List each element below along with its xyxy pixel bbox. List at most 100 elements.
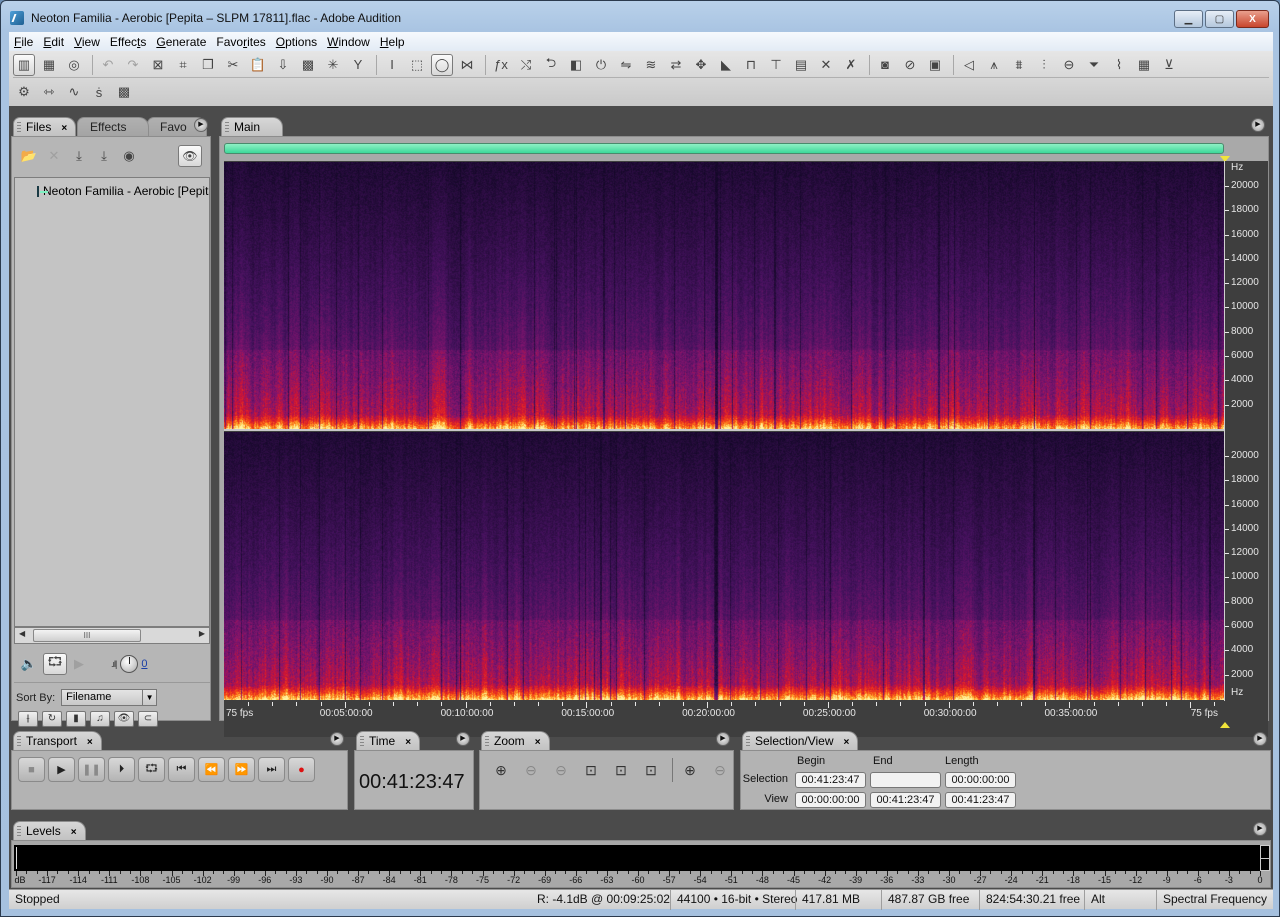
parametric-eq-icon[interactable]: ⩩ <box>1008 54 1030 76</box>
selection-end-field[interactable] <box>870 772 941 788</box>
panel-menu-button[interactable]: ▶ <box>1251 118 1265 132</box>
tab-files[interactable]: Files × <box>13 117 77 136</box>
panel-grip[interactable] <box>360 736 364 746</box>
waveform-display[interactable]: 20000 18000 16000 14000 12000 10000 8000 6000 40… <box>224 156 1268 737</box>
panel-grip[interactable] <box>225 122 229 132</box>
spectral-icon[interactable]: ▣ <box>924 54 946 76</box>
dynamics-icon[interactable]: ⇋ <box>615 54 637 76</box>
spectrogram-left-channel[interactable] <box>224 162 1224 430</box>
scientific-filter-icon[interactable]: ⌇ <box>1108 54 1130 76</box>
panel-menu-button[interactable]: ▶ <box>456 732 470 746</box>
undo-icon[interactable]: ↶ <box>97 54 119 76</box>
scroll-left-icon[interactable]: ◀ <box>19 629 25 638</box>
zoom-in-horizontal-icon[interactable]: ⊕ <box>488 759 514 781</box>
autoplay-speaker-icon[interactable]: 🔈 <box>18 653 40 675</box>
dynamic-eq-icon[interactable]: ⊻ <box>1158 54 1180 76</box>
noise-reduction-icon[interactable]: ≋ <box>640 54 662 76</box>
panel-menu-button[interactable]: ▶ <box>1253 732 1267 746</box>
panel-grip[interactable] <box>746 736 750 746</box>
filter-eye-icon[interactable]: 👁 <box>114 711 134 727</box>
show-midi-icon[interactable]: ♫ <box>90 711 110 727</box>
lasso-tool-icon[interactable]: ◯ <box>431 53 453 76</box>
marquee-tool-icon[interactable]: ⬚ <box>406 54 428 76</box>
zoom-to-right-edge-icon[interactable]: ⊡ <box>638 759 664 781</box>
file-item[interactable]: Neoton Familia - Aerobic [Pepita <box>37 184 209 198</box>
hard-limiter-icon[interactable]: ▤ <box>790 54 812 76</box>
spectrogram-right-channel[interactable] <box>224 432 1224 700</box>
close-tab-icon[interactable]: × <box>61 123 67 134</box>
status-format[interactable]: 44100 • 16-bit • Stereo <box>670 890 797 910</box>
panel-menu-button[interactable]: ▶ <box>330 732 344 746</box>
multitrack-view-icon[interactable]: ▦ <box>38 54 60 76</box>
menu-file[interactable]: File <box>9 35 38 49</box>
frequency-ruler[interactable]: 20000 18000 16000 14000 12000 10000 8000 6000 40… <box>1224 161 1268 701</box>
crop-icon[interactable]: ⌗ <box>172 54 194 76</box>
close-tab-icon[interactable]: × <box>405 737 411 748</box>
menu-edit[interactable]: Edit <box>38 35 69 49</box>
show-loops-icon[interactable]: ↻ <box>42 711 62 727</box>
panel-grip[interactable] <box>17 122 21 132</box>
zoom-to-selection-icon[interactable]: ⊡ <box>578 759 604 781</box>
spectrogram[interactable] <box>224 162 1224 702</box>
phase-analysis-icon[interactable]: ⊘ <box>899 54 921 76</box>
fade-in-out-icon[interactable]: ⊓ <box>740 54 762 76</box>
go-to-start-button[interactable]: ⏮ <box>168 757 195 782</box>
mix-paste-icon[interactable]: ▩ <box>297 54 319 76</box>
invert-icon[interactable]: ◧ <box>565 54 587 76</box>
scrollbar-thumb[interactable]: III <box>33 629 141 642</box>
delay-icon[interactable]: ◁ <box>958 54 980 76</box>
files-horizontal-scrollbar[interactable]: ◀ III ▶ <box>14 627 210 644</box>
panel-grip[interactable] <box>485 736 489 746</box>
time-selection-tool-icon[interactable]: I <box>381 54 403 76</box>
generate-noise-icon[interactable]: ✳ <box>322 54 344 76</box>
volume-value[interactable]: 0 <box>141 658 147 670</box>
pitch-icon[interactable]: ▩ <box>113 81 135 103</box>
fx-icon[interactable]: ƒx <box>490 54 512 76</box>
phaser-icon[interactable]: ∿ <box>63 81 85 103</box>
insert-cd-icon[interactable]: ◉ <box>118 145 140 167</box>
maximize-button[interactable]: ▢ <box>1205 10 1234 28</box>
zoom-to-left-edge-icon[interactable]: ⊡ <box>608 759 634 781</box>
show-options-button[interactable]: 👁 <box>178 145 202 167</box>
reverse-icon[interactable]: ⮌ <box>540 54 562 76</box>
tab-main[interactable]: Main <box>221 117 283 136</box>
notch-filter-icon[interactable]: ⊖ <box>1058 54 1080 76</box>
tab-transport[interactable]: Transport × <box>13 731 102 750</box>
menu-help[interactable]: Help <box>375 35 410 49</box>
edit-view-icon[interactable]: ▥ <box>13 53 35 76</box>
tab-effects[interactable]: Effects <box>77 117 149 136</box>
view-length-field[interactable]: 00:41:23:47 <box>945 792 1016 808</box>
crossfade-icon[interactable]: ✕ <box>815 54 837 76</box>
insert-marker-icon[interactable]: Y <box>347 54 369 76</box>
tab-time[interactable]: Time × <box>356 731 421 750</box>
tab-selection-view[interactable]: Selection/View × <box>742 731 859 750</box>
close-tab-icon[interactable]: × <box>844 737 850 748</box>
fast-forward-button[interactable]: ⏩ <box>228 757 255 782</box>
loop-button[interactable]: ⮔ <box>138 757 165 782</box>
panel-menu-button[interactable]: ▶ <box>1253 822 1267 836</box>
zoom-out-horizontal-icon[interactable]: ⊖ <box>518 759 544 781</box>
panel-grip[interactable] <box>17 826 21 836</box>
spectrum-icon[interactable]: ▦ <box>1133 54 1155 76</box>
center-channel-icon[interactable]: ⊤ <box>765 54 787 76</box>
time-ruler[interactable]: 75 fps 75 fps 00:05:00:00 00:10:00:00 00:15:… <box>224 702 1224 722</box>
insert-into-cd-icon[interactable]: ⤓ <box>93 145 115 167</box>
envelope-icon[interactable]: ⤭ <box>515 54 537 76</box>
channel-mixer-icon[interactable]: ⇄ <box>665 54 687 76</box>
paste-icon[interactable]: 📋 <box>247 54 269 76</box>
selection-length-field[interactable]: 00:00:00:00 <box>945 772 1016 788</box>
panel-menu-button[interactable]: ▶ <box>194 118 208 132</box>
record-button[interactable]: ● <box>288 757 315 782</box>
frequency-analysis-icon[interactable]: ◙ <box>874 54 896 76</box>
tab-levels[interactable]: Levels × <box>13 821 86 840</box>
graphic-eq-sliders-icon[interactable]: ⫶ <box>1033 54 1055 76</box>
zoom-out-vertical-icon[interactable]: ⊖ <box>707 759 733 781</box>
minimize-button[interactable]: ▁ <box>1174 10 1203 28</box>
zoom-in-vertical-icon[interactable]: ⊕ <box>677 759 703 781</box>
menu-options[interactable]: Options <box>271 35 322 49</box>
cd-view-icon[interactable]: ◎ <box>63 54 85 76</box>
preview-play-icon[interactable]: ▶ <box>70 653 88 675</box>
graphic-eq-icon[interactable]: ⩚ <box>983 54 1005 76</box>
redo-icon[interactable]: ↷ <box>122 54 144 76</box>
panel-menu-button[interactable]: ▶ <box>716 732 730 746</box>
